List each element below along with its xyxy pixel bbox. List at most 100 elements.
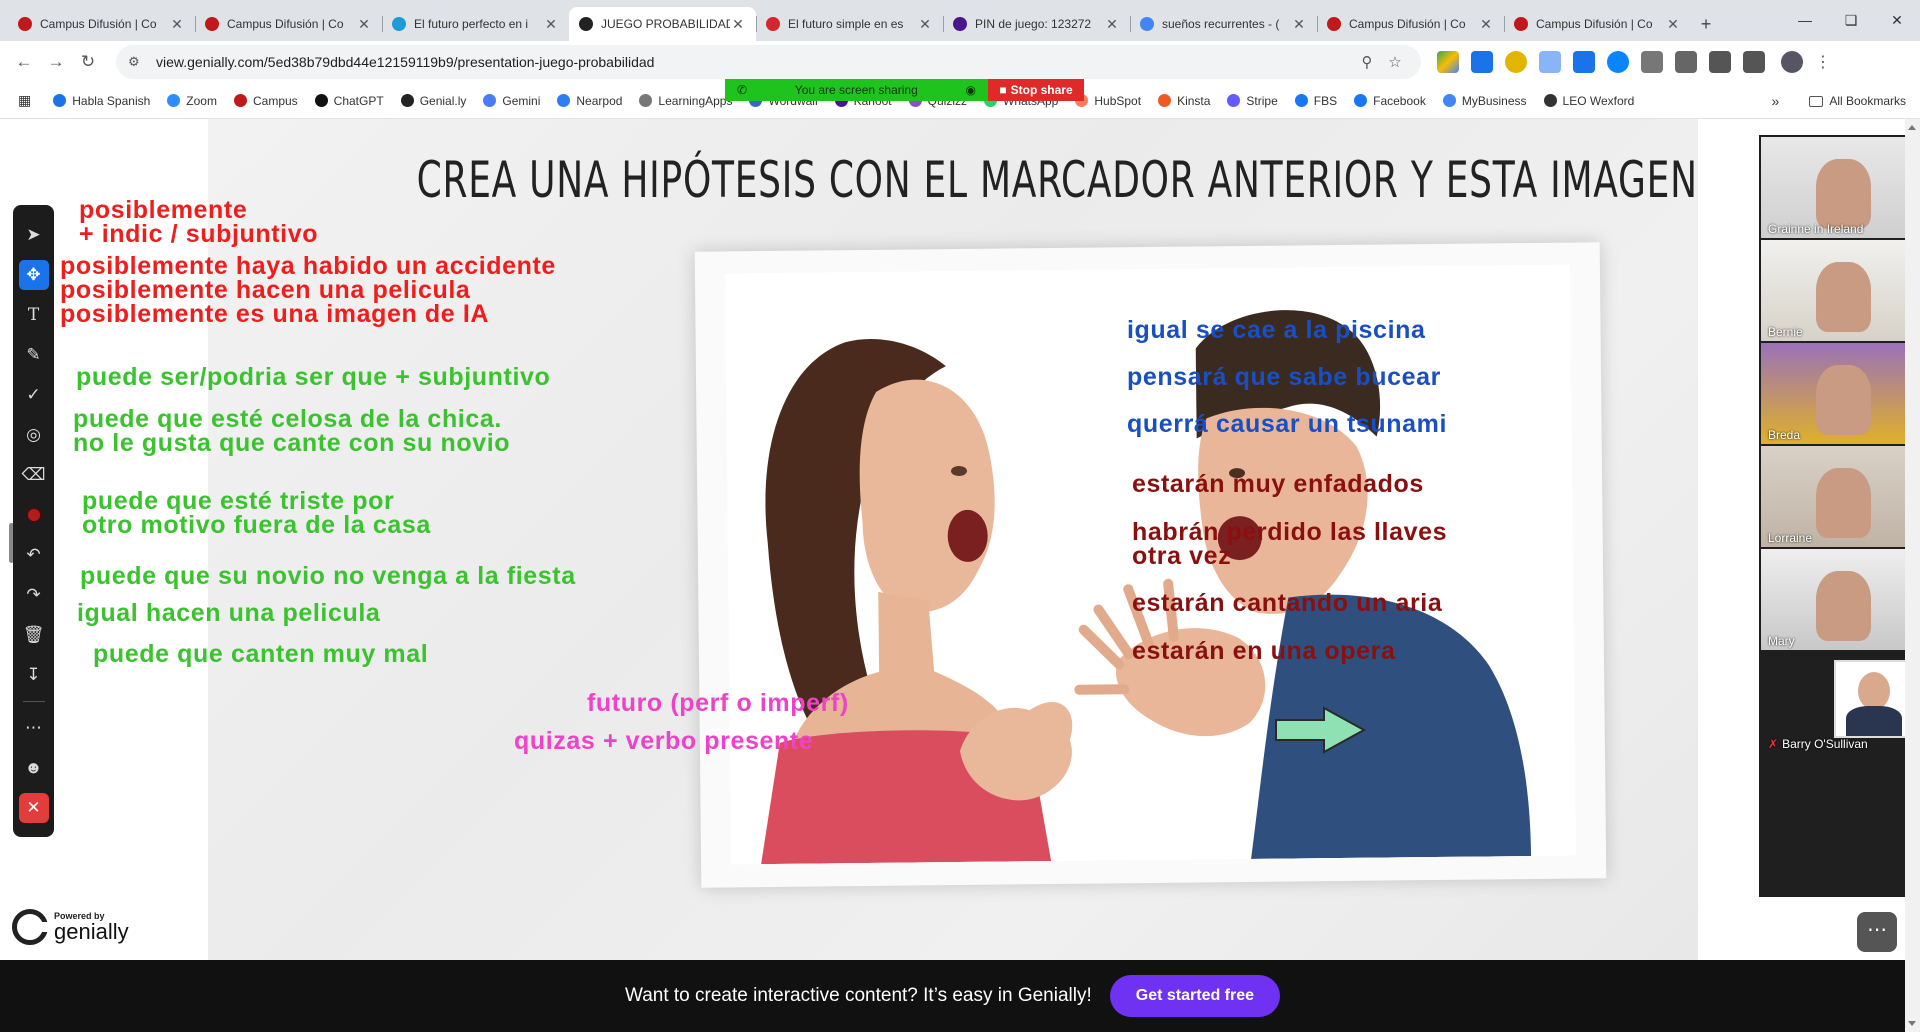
browser-tab[interactable]: El futuro simple en es ✕	[756, 7, 943, 41]
bookmark-item[interactable]: Campus	[233, 94, 298, 108]
pen-tool-icon[interactable]: ✎	[19, 340, 49, 370]
participant-tool-icon[interactable]: ☻	[19, 753, 49, 783]
browser-tab[interactable]: PIN de juego: 123272 ✕	[943, 7, 1130, 41]
tab-favicon-icon	[1140, 17, 1154, 31]
annotation-text: puede que su novio no venga a la fiesta	[80, 562, 576, 590]
shazam-extension-icon[interactable]	[1607, 51, 1629, 73]
undo-icon[interactable]: ↶	[19, 540, 49, 570]
bookmark-item[interactable]: Genial.ly	[400, 94, 466, 108]
eraser-tool-icon[interactable]: ⌫	[19, 460, 49, 490]
participant-name: Lorraine	[1768, 531, 1812, 545]
checkmark-tool-icon[interactable]: ✓	[19, 380, 49, 410]
next-arrow-icon[interactable]	[1272, 704, 1368, 756]
browser-tab[interactable]: Campus Difusión | Co ✕	[8, 7, 195, 41]
screen-sharing-status[interactable]: ✆ You are screen sharing ◉	[725, 79, 988, 101]
bookmark-item[interactable]: HubSpot	[1075, 94, 1141, 108]
annotation-text: estarán muy enfadados	[1132, 470, 1424, 498]
participant-tile[interactable]: Lorraine	[1761, 446, 1918, 547]
zoom-icon[interactable]: ⚲	[1353, 53, 1381, 71]
forward-icon[interactable]: →	[40, 46, 72, 78]
browser-tab[interactable]: Campus Difusión | Co ✕	[1504, 7, 1691, 41]
new-tab-button[interactable]: +	[1691, 7, 1721, 41]
browser-menu-icon[interactable]: ⋮	[1811, 52, 1835, 72]
bookmark-item[interactable]: FBS	[1294, 94, 1337, 108]
participant-tile[interactable]: Grainne in Ireland	[1761, 137, 1918, 238]
all-bookmarks-link[interactable]: All Bookmarks	[1829, 94, 1906, 108]
move-tool-icon[interactable]: ✥	[18, 260, 49, 290]
participant-name-text: Mary	[1768, 634, 1795, 648]
participant-tile[interactable]: Breda	[1761, 343, 1918, 444]
back-icon[interactable]: ←	[8, 46, 40, 78]
browser-tab[interactable]: Campus Difusión | Co ✕	[195, 7, 382, 41]
reload-icon[interactable]: ↻	[72, 46, 104, 78]
bookmark-item[interactable]: Nearpod	[557, 94, 622, 108]
get-started-button[interactable]: Get started free	[1109, 975, 1281, 1017]
annotation-text: estarán en una opera	[1132, 637, 1396, 665]
tab-close-icon[interactable]: ✕	[730, 16, 746, 33]
browser-tab[interactable]: El futuro perfecto en i ✕	[382, 7, 569, 41]
media-icon[interactable]	[1743, 51, 1765, 73]
yellow-extension-icon[interactable]	[1505, 51, 1527, 73]
tab-title: El futuro perfecto en i	[414, 17, 529, 31]
trash-icon[interactable]: 🗑	[19, 620, 49, 650]
color-picker-icon[interactable]	[19, 500, 49, 530]
save-download-icon[interactable]: ↧	[19, 660, 49, 690]
spotlight-tool-icon[interactable]: ◎	[19, 420, 49, 450]
tab-title: Campus Difusión | Co	[40, 17, 157, 31]
url-text[interactable]: view.genially.com/5ed38b79dbd44e12159119…	[156, 54, 1353, 70]
tab-close-icon[interactable]: ✕	[356, 16, 372, 33]
profile-avatar[interactable]	[1781, 51, 1803, 73]
participant-tile[interactable]: Bernie	[1761, 240, 1918, 341]
drive-extension-icon[interactable]	[1437, 51, 1459, 73]
delete-icon[interactable]	[1675, 51, 1697, 73]
close-window-icon[interactable]: ✕	[1874, 0, 1920, 41]
bookmark-item[interactable]: Kinsta	[1158, 94, 1210, 108]
tab-close-icon[interactable]: ✕	[1291, 16, 1307, 33]
cast-icon[interactable]	[1709, 51, 1731, 73]
puzzle-extensions-icon[interactable]	[1641, 51, 1663, 73]
tab-title: JUEGO PROBABILIDAD	[601, 17, 730, 31]
bookmark-item[interactable]: ChatGPT	[314, 94, 384, 108]
minimize-icon[interactable]: —	[1782, 0, 1828, 41]
bookmark-item[interactable]: LEO Wexford	[1543, 94, 1634, 108]
tab-close-icon[interactable]: ✕	[917, 16, 933, 33]
browser-tab[interactable]: JUEGO PROBABILIDAD ✕	[569, 7, 756, 41]
browser-tab[interactable]: sueños recurrentes - (✕	[1130, 7, 1317, 41]
browser-tab[interactable]: Campus Difusión | Co ✕	[1317, 7, 1504, 41]
bookmark-item[interactable]: Habla Spanish	[53, 94, 150, 108]
pointer-tool-icon[interactable]: ➤	[19, 220, 49, 250]
bookmark-star-icon[interactable]: ☆	[1381, 53, 1409, 71]
presentation-stage: CREA UNA HIPÓTESIS CON EL MARCADOR ANTER…	[0, 119, 1920, 960]
tab-close-icon[interactable]: ✕	[543, 16, 559, 33]
restore-icon[interactable]: ❏	[1828, 0, 1874, 41]
bookmark-item[interactable]: Facebook	[1354, 94, 1426, 108]
code-extension-icon[interactable]	[1539, 51, 1561, 73]
site-info-icon[interactable]: ⚙	[128, 54, 146, 70]
tab-close-icon[interactable]: ✕	[1478, 16, 1494, 33]
tag-extension-icon[interactable]	[1573, 51, 1595, 73]
url-omnibox[interactable]: ⚙ view.genially.com/5ed38b79dbd44e121591…	[116, 45, 1421, 79]
participant-tile[interactable]: ✗ Barry O'Sullivan	[1761, 652, 1918, 753]
bookmark-item[interactable]: MyBusiness	[1442, 94, 1527, 108]
scroll-up-icon[interactable]	[1908, 125, 1916, 130]
apps-grid-icon[interactable]: ▦	[18, 92, 31, 109]
participant-tile[interactable]: Mary	[1761, 549, 1918, 650]
bookmark-item[interactable]: LearningApps	[639, 94, 732, 108]
bookmark-item[interactable]: Gemini	[483, 94, 540, 108]
tab-close-icon[interactable]: ✕	[1104, 16, 1120, 33]
text-tool-icon[interactable]: T	[19, 300, 49, 330]
tab-close-icon[interactable]: ✕	[169, 16, 185, 33]
scroll-down-icon[interactable]	[1908, 1021, 1916, 1026]
close-toolbar-icon[interactable]: ✕	[18, 793, 49, 823]
meeting-options-button[interactable]: ⋯	[1857, 912, 1897, 952]
stop-share-button[interactable]: ■ Stop share	[988, 79, 1084, 101]
more-tools-icon[interactable]: ⋯	[19, 713, 49, 743]
more-bookmarks-icon[interactable]: »	[1772, 93, 1780, 109]
tab-close-icon[interactable]: ✕	[1665, 16, 1681, 33]
bookmark-item[interactable]: Stripe	[1227, 94, 1278, 108]
redo-icon[interactable]: ↷	[19, 580, 49, 610]
trash-extension-icon[interactable]	[1471, 51, 1493, 73]
genially-logo[interactable]: Powered by genially	[12, 909, 129, 945]
bookmark-item[interactable]: Zoom	[167, 94, 217, 108]
page-scrollbar[interactable]	[1905, 119, 1920, 1032]
